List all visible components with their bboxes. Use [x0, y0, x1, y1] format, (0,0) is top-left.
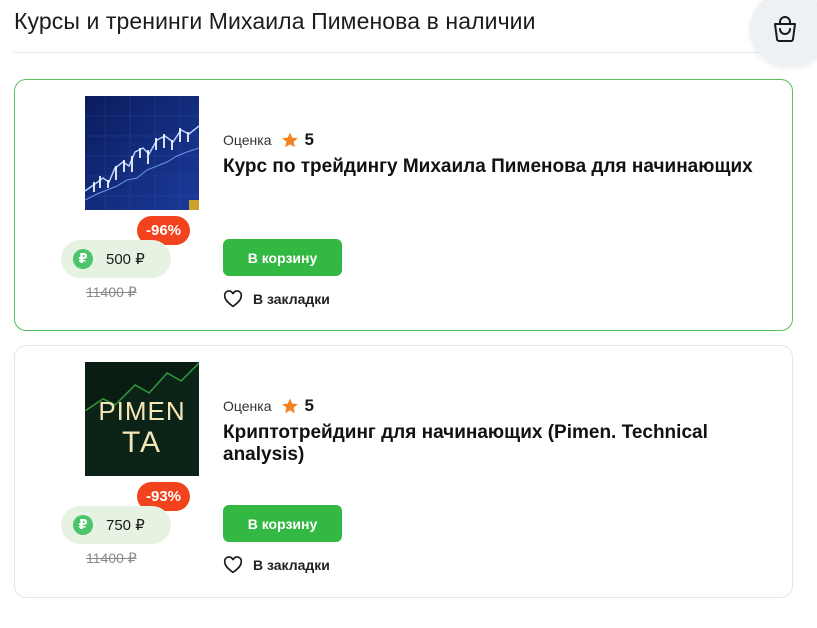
course-thumbnail[interactable] — [85, 96, 199, 210]
course-title[interactable]: Криптотрейдинг для начинающих (Pimen. Te… — [223, 422, 783, 466]
shopping-bag-icon — [774, 16, 796, 42]
bookmark-label: В закладки — [253, 557, 330, 573]
add-to-cart-button[interactable]: В корзину — [223, 239, 342, 276]
old-price: 11400 ₽ — [86, 284, 137, 300]
old-price: 11400 ₽ — [86, 550, 137, 566]
course-thumbnail[interactable]: PIMEN TA — [85, 362, 199, 476]
bookmark-button[interactable]: В закладки — [223, 556, 330, 574]
price-value: 500 ₽ — [106, 251, 145, 268]
rating-row: Оценка 5 — [223, 396, 314, 416]
page-title: Курсы и тренинги Михаила Пименова в нали… — [14, 8, 536, 34]
course-card[interactable]: PIMEN TA -93% ₽ 750 ₽ 11400 ₽ Оценка 5 К… — [14, 345, 793, 598]
title-divider — [14, 52, 794, 53]
add-to-cart-button[interactable]: В корзину — [223, 505, 342, 542]
rating-row: Оценка 5 — [223, 130, 314, 150]
price-pill: ₽ 500 ₽ — [61, 240, 171, 278]
star-icon — [281, 132, 298, 148]
price-value: 750 ₽ — [106, 517, 145, 534]
course-title[interactable]: Курс по трейдингу Михаила Пименова для н… — [223, 156, 783, 178]
trading-chart-image — [85, 96, 199, 210]
rating-value: 5 — [304, 130, 314, 149]
rating-label: Оценка — [223, 132, 272, 148]
heart-icon — [223, 556, 243, 574]
rating-value: 5 — [304, 396, 314, 415]
heart-icon — [223, 290, 243, 308]
cart-button[interactable] — [750, 0, 817, 66]
pimen-ta-logo-image: PIMEN TA — [85, 362, 199, 476]
rating-label: Оценка — [223, 398, 272, 414]
ruble-coin-icon: ₽ — [73, 515, 93, 535]
bookmark-button[interactable]: В закладки — [223, 290, 330, 308]
star-icon — [281, 398, 298, 414]
ruble-coin-icon: ₽ — [73, 249, 93, 269]
thumb-logo-line1: PIMEN — [98, 396, 185, 426]
bookmark-label: В закладки — [253, 291, 330, 307]
course-card[interactable]: -96% ₽ 500 ₽ 11400 ₽ Оценка 5 Курс по тр… — [14, 79, 793, 331]
thumb-logo-line2: TA — [122, 426, 162, 459]
price-pill: ₽ 750 ₽ — [61, 506, 171, 544]
